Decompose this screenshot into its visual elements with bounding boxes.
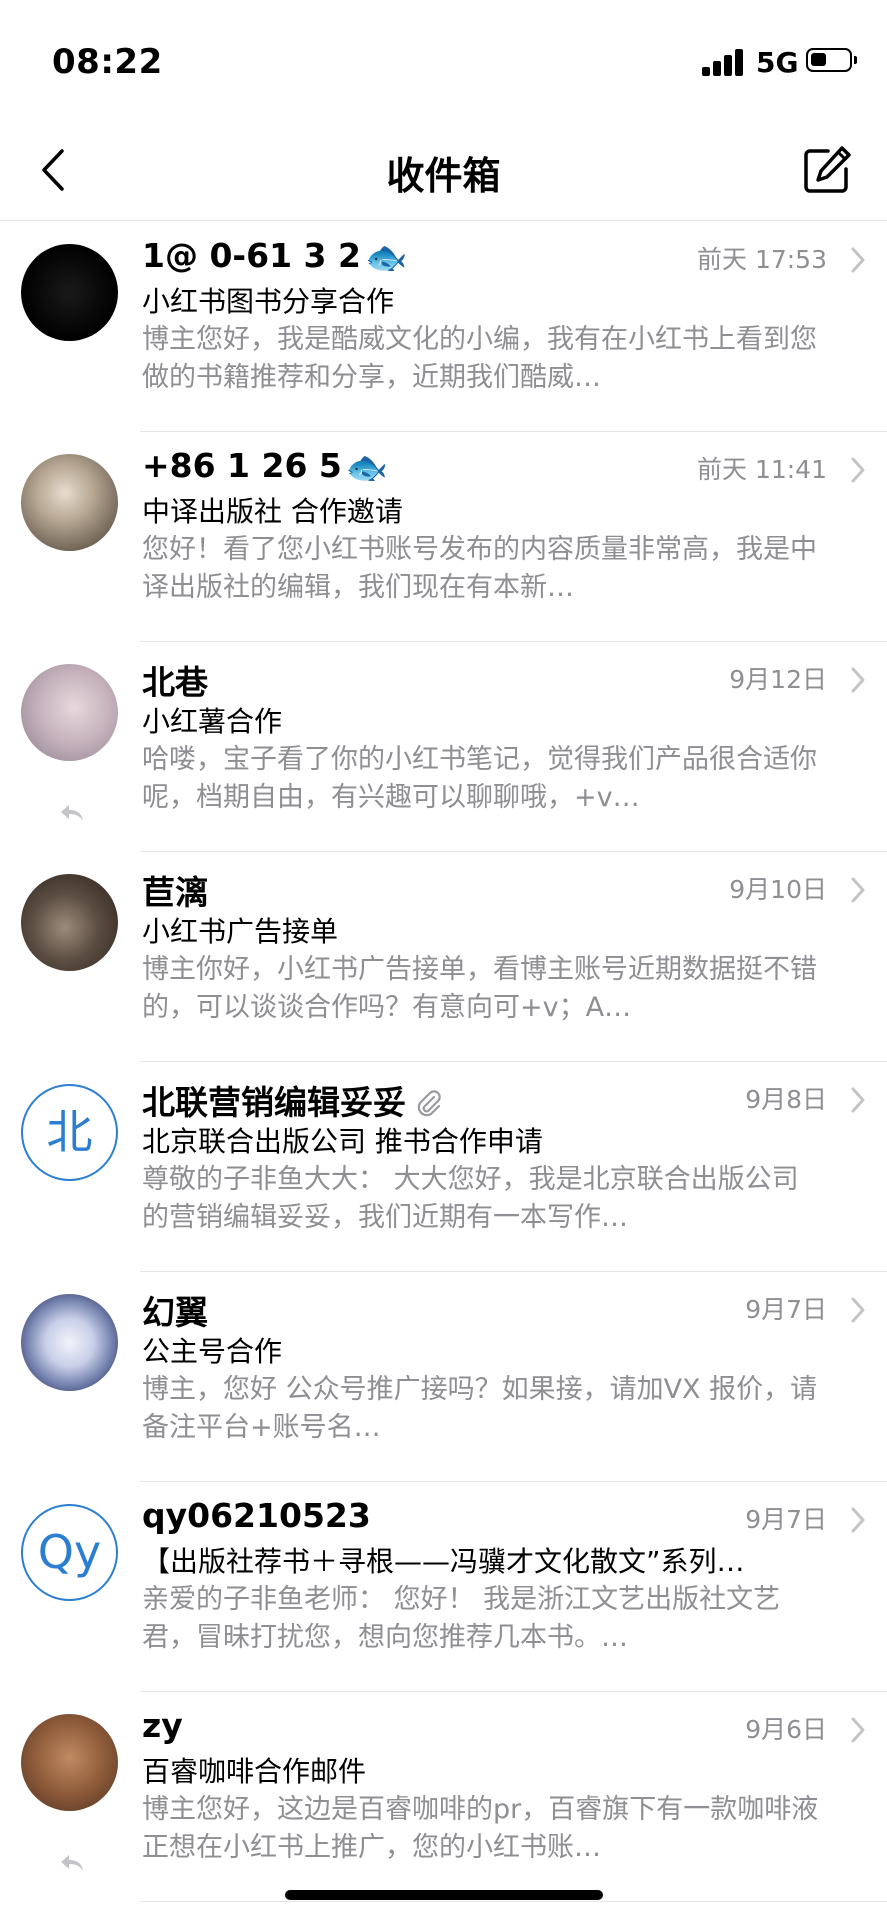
reply-icon [61,805,83,821]
sender-name-text: +86 1 26 5 [142,446,342,485]
mail-subject: 小红书广告接单 [142,915,339,948]
mail-date: 前天 17:53 [697,245,827,274]
sender-name: 1@ 0-61 3 2 🐟 [142,236,407,278]
mail-subject: 公主号合作 [142,1335,283,1368]
mail-date: 9月8日 [745,1085,827,1114]
mail-preview: 亲爱的子非鱼老师： 您好！ 我是浙江文艺出版社文艺君，冒昧打扰您，想向您推荐几本… [142,1584,781,1653]
chevron-right-icon [851,457,865,483]
mail-row[interactable]: zy 9月6日 百睿咖啡合作邮件 博主您好，这边是百睿咖啡的pr，百睿旗下有一款… [0,1692,887,1902]
sender-name: 北联营销编辑妥妥 [142,1076,444,1124]
row-divider [140,1901,887,1902]
mail-date: 9月7日 [745,1505,827,1534]
signal-icon [702,48,746,76]
mail-subject: 小红书图书分享合作 [142,285,395,318]
sender-name: 北巷 [142,656,208,704]
sender-name: +86 1 26 5 🐟 [142,446,388,488]
chevron-right-icon [851,667,865,693]
mail-date: 9月7日 [745,1295,827,1324]
mail-preview: 您好！看了您小红书账号发布的内容质量非常高，我是中译出版社的编辑，我们现在有本新… [142,534,817,603]
mail-row[interactable]: 北巷 9月12日 小红薯合作 哈喽，宝子看了你的小红书笔记，觉得我们产品很合适你… [0,642,887,852]
mail-row[interactable]: 北 北联营销编辑妥妥 9月8日 北京联合出版公司 推书合作申请 尊敬的子非鱼大大… [0,1062,887,1272]
mail-preview: 博主你好，小红书广告接单，看博主账号近期数据挺不错的，可以谈谈合作吗？有意向可+… [142,954,817,1023]
nav-bar: 收件箱 [0,125,887,221]
avatar[interactable] [21,244,118,341]
mail-row[interactable]: +86 1 26 5 🐟 前天 11:41 中译出版社 合作邀请 您好！看了您小红… [0,432,887,642]
mail-row[interactable]: 1@ 0-61 3 2 🐟 前天 17:53 小红书图书分享合作 博主您好，我是酷… [0,222,887,432]
battery-icon [806,48,857,72]
mail-row[interactable]: 苣漓 9月10日 小红书广告接单 博主你好，小红书广告接单，看博主账号近期数据挺… [0,852,887,1062]
mail-preview: 尊敬的子非鱼大大： 大大您好，我是北京联合出版公司的营销编辑妥妥，我们近期有一本… [142,1164,799,1233]
avatar[interactable]: 北 [21,1084,118,1181]
avatar[interactable] [21,1294,118,1391]
sender-name: 苣漓 [142,866,208,914]
mail-date: 9月10日 [729,875,827,904]
sender-name: 幻翼 [142,1286,208,1334]
mail-list: 1@ 0-61 3 2 🐟 前天 17:53 小红书图书分享合作 博主您好，我是酷… [0,222,887,1902]
status-time: 08:22 [52,42,163,82]
sender-name-text: 北巷 [142,663,208,702]
mail-subject: 小红薯合作 [142,705,283,738]
compose-icon [804,146,851,193]
mail-preview: 博主您好，我是酷威文化的小编，我有在小红书上看到您做的书籍推荐和分享，近期我们酷… [142,324,817,393]
sender-name: zy [142,1706,183,1745]
reply-icon [61,1855,83,1871]
mail-preview: 博主，您好 公众号推广接吗？如果接，请加VX 报价，请备注平台+账号名… [142,1374,818,1443]
compose-button[interactable] [800,143,854,197]
mail-subject: 中译出版社 合作邀请 [142,495,403,528]
fish-emoji: 🐟 [345,448,389,488]
sender-name: qy06210523 [142,1496,371,1535]
avatar[interactable] [21,874,118,971]
sender-name-text: 苣漓 [142,873,208,912]
mail-subject: 北京联合出版公司 推书合作申请 [142,1125,543,1158]
mail-row[interactable]: 幻翼 9月7日 公主号合作 博主，您好 公众号推广接吗？如果接，请加VX 报价，… [0,1272,887,1482]
chevron-right-icon [851,247,865,273]
avatar[interactable] [21,1714,118,1811]
sender-name-text: 幻翼 [142,1293,208,1332]
mail-preview: 博主您好，这边是百睿咖啡的pr，百睿旗下有一款咖啡液正想在小红书上推广，您的小红… [142,1794,819,1863]
chevron-right-icon [851,877,865,903]
paperclip-icon [417,1090,441,1117]
mail-subject: 百睿咖啡合作邮件 [142,1755,367,1788]
mail-subject: 【出版社荐书＋寻根——冯骥才文化散文”系列… [142,1545,745,1578]
mail-date: 前天 11:41 [697,455,827,484]
sender-name-text: qy06210523 [142,1496,371,1535]
status-bar: 08:22 5G [0,0,887,120]
network-type: 5G [756,46,799,79]
mail-date: 9月6日 [745,1715,827,1744]
avatar[interactable] [21,664,118,761]
fish-emoji: 🐟 [364,238,408,278]
sender-name-text: 1@ 0-61 3 2 [142,236,361,275]
mail-preview: 哈喽，宝子看了你的小红书笔记，觉得我们产品很合适你呢，档期自由，有兴趣可以聊聊哦… [142,744,817,813]
chevron-right-icon [851,1087,865,1113]
sender-name-text: 北联营销编辑妥妥 [142,1083,406,1122]
mail-date: 9月12日 [729,665,827,694]
avatar[interactable]: Qy [21,1504,118,1601]
page-title: 收件箱 [386,154,501,198]
mail-row[interactable]: Qy qy06210523 9月7日 【出版社荐书＋寻根——冯骥才文化散文”系列… [0,1482,887,1692]
home-indicator [285,1890,603,1900]
chevron-right-icon [851,1297,865,1323]
avatar[interactable] [21,454,118,551]
chevron-right-icon [851,1507,865,1533]
sender-name-text: zy [142,1706,183,1745]
chevron-right-icon [851,1717,865,1743]
